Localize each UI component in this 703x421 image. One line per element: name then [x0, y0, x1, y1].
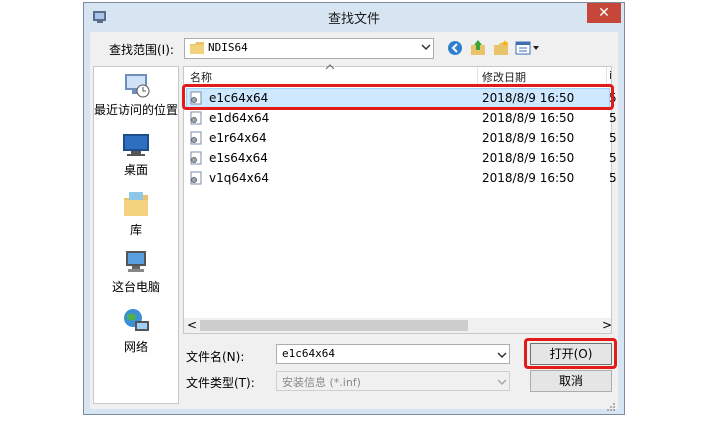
close-icon: ✕ [598, 5, 610, 21]
folder-icon [190, 42, 204, 54]
window-title: 查找文件 [327, 12, 380, 27]
network-icon [93, 307, 179, 338]
selection-annotation-box [182, 84, 614, 110]
column-header-type[interactable]: i [609, 69, 612, 82]
sort-ascending-icon [325, 63, 335, 73]
file-type-cut: 5 [609, 171, 617, 185]
lookin-dropdown-icon[interactable] [421, 42, 431, 55]
resize-grip-icon[interactable] [606, 401, 616, 415]
column-header-bar [184, 67, 611, 84]
recent-places-icon [93, 72, 179, 101]
column-separator[interactable] [477, 67, 478, 84]
filetype-dropdown-icon[interactable] [497, 376, 507, 390]
file-icon [189, 131, 203, 145]
filename-label: 文件名(N): [186, 350, 245, 364]
libraries-icon [93, 190, 179, 221]
view-menu-icon[interactable] [515, 40, 541, 56]
up-folder-icon[interactable] [470, 39, 486, 56]
place-computer[interactable]: 这台电脑 [93, 249, 179, 295]
file-date: 2018/8/9 16:50 [482, 151, 575, 165]
filename-value[interactable]: e1c64x64 [282, 347, 335, 360]
filename-dropdown-icon[interactable] [497, 349, 507, 363]
column-header-date[interactable]: 修改日期 [482, 69, 526, 85]
file-name[interactable]: e1d64x64 [209, 111, 269, 125]
scroll-right-icon[interactable]: > [602, 318, 612, 332]
place-libraries[interactable]: 库 [93, 190, 179, 238]
file-date: 2018/8/9 16:50 [482, 171, 575, 185]
place-network[interactable]: 网络 [93, 307, 179, 355]
place-recent[interactable]: 最近访问的位置 [93, 72, 179, 118]
place-label: 最近访问的位置 [93, 103, 178, 117]
cancel-button[interactable]: 取消 [530, 370, 612, 392]
place-label: 库 [129, 223, 142, 237]
lookin-label: 查找范围(I): [109, 43, 174, 57]
file-type-cut: 5 [609, 151, 617, 165]
lookin-value: NDIS64 [208, 41, 248, 54]
file-icon [189, 111, 203, 125]
desktop-icon [93, 132, 179, 161]
column-separator[interactable] [606, 67, 607, 84]
filetype-value: 安装信息 (*.inf) [282, 376, 361, 389]
place-label: 桌面 [123, 163, 148, 177]
scrollbar-thumb[interactable] [200, 320, 468, 331]
file-date: 2018/8/9 16:50 [482, 131, 575, 145]
place-label: 网络 [123, 340, 148, 354]
new-folder-icon[interactable] [493, 39, 509, 56]
place-desktop[interactable]: 桌面 [93, 132, 179, 178]
open-annotation-box [524, 338, 617, 369]
file-icon [189, 171, 203, 185]
file-type-cut: 5 [609, 131, 617, 145]
filetype-label: 文件类型(T): [186, 376, 255, 390]
back-icon[interactable] [447, 40, 463, 56]
file-date: 2018/8/9 16:50 [482, 111, 575, 125]
file-name[interactable]: v1q64x64 [209, 171, 269, 185]
file-type-cut: 5 [609, 111, 617, 125]
column-header-name[interactable]: 名称 [190, 69, 212, 85]
place-label: 这台电脑 [111, 280, 160, 294]
close-button[interactable]: ✕ [587, 3, 621, 23]
computer-icon [93, 249, 179, 278]
file-name[interactable]: e1r64x64 [209, 131, 267, 145]
scroll-left-icon[interactable]: < [187, 318, 197, 332]
file-icon [189, 151, 203, 165]
file-name[interactable]: e1s64x64 [209, 151, 268, 165]
